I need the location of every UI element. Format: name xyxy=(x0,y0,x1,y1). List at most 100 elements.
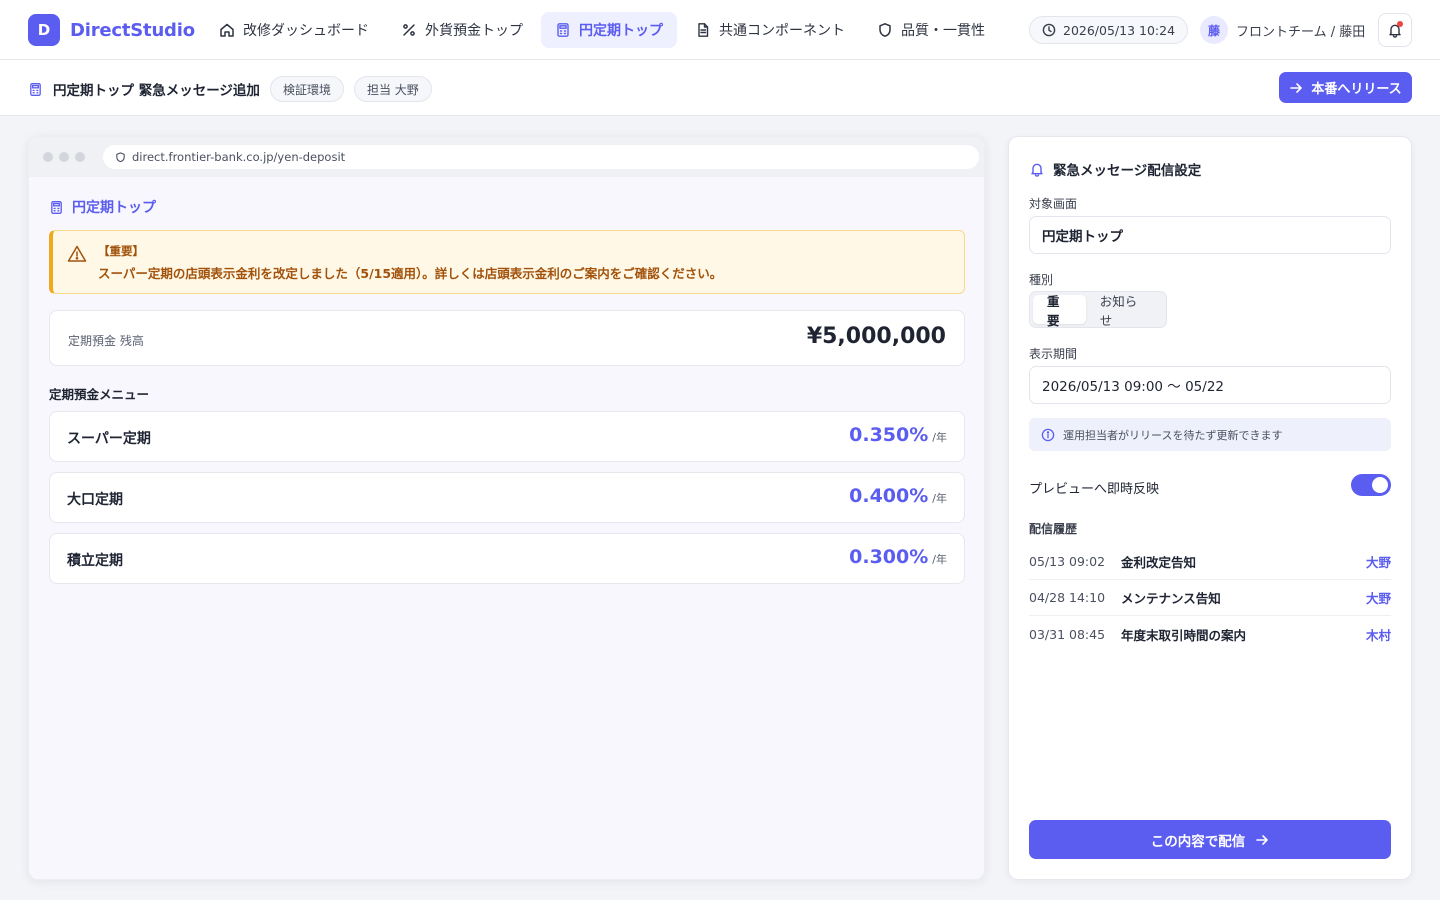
history-title: メンテナンス告知 xyxy=(1121,591,1221,606)
urgent-message-settings-panel: 緊急メッセージ配信設定 対象画面 円定期トップ 種別 重要 お知らせ 表示期間 … xyxy=(1008,136,1412,880)
instant-preview-toggle[interactable] xyxy=(1351,474,1391,496)
menu-item-tsumitate-teiki[interactable]: 積立定期 0.300% /年 xyxy=(49,533,965,584)
history-author[interactable]: 大野 xyxy=(1366,552,1391,571)
datetime-badge: 2026/05/13 10:24 xyxy=(1029,16,1189,44)
nav-tabs: 改修ダッシュボード 外貨預金トップ 円定期トップ 共通コンポーネント 品質・一貫… xyxy=(205,12,999,48)
menu-item-name: 大口定期 xyxy=(67,492,123,508)
arrow-right-icon xyxy=(1256,834,1269,845)
user-name: フロントチーム / 藤田 xyxy=(1236,24,1366,40)
browser-preview: direct.frontier-bank.co.jp/yen-deposit 円… xyxy=(28,136,985,880)
release-label: 本番へリリース xyxy=(1311,81,1402,96)
page-title-text: 円定期トップ xyxy=(72,200,156,216)
calculator-icon xyxy=(30,82,41,96)
target-screen-field[interactable]: 円定期トップ xyxy=(1029,216,1391,254)
type-option-notice[interactable]: お知らせ xyxy=(1086,294,1163,328)
avatar: 藤 xyxy=(1200,16,1228,44)
brand-logo: D xyxy=(28,14,60,46)
rate-unit: /年 xyxy=(932,431,947,444)
period-field[interactable]: 2026/05/13 09:00 〜 05/22 xyxy=(1029,366,1391,404)
balance-value: ¥5,000,000 xyxy=(806,324,946,349)
menu-item-name: スーパー定期 xyxy=(67,431,151,447)
percent-icon xyxy=(403,24,415,36)
tab-label: 外貨預金トップ xyxy=(425,23,523,39)
period-label: 表示期間 xyxy=(1029,347,1078,361)
history-title: 金利改定告知 xyxy=(1121,555,1197,570)
history-time: 05/13 09:02 xyxy=(1029,554,1106,569)
menu-item-ooguchi-teiki[interactable]: 大口定期 0.400% /年 xyxy=(49,472,965,523)
top-navigation: D DirectStudio 改修ダッシュボード 外貨預金トップ 円定期トップ … xyxy=(0,0,1440,60)
menu-item-name: 積立定期 xyxy=(67,553,123,569)
tab-fx-deposit[interactable]: 外貨預金トップ xyxy=(387,12,537,48)
history-time: 03/31 08:45 xyxy=(1029,626,1106,642)
sub-header: 円定期トップ 緊急メッセージ追加 検証環境 担当 大野 本番へリリース xyxy=(0,60,1440,116)
window-dots xyxy=(43,152,85,162)
history-author[interactable]: 大野 xyxy=(1366,588,1391,607)
browser-chrome: direct.frontier-bank.co.jp/yen-deposit xyxy=(29,137,984,177)
rate-value: 0.300% xyxy=(849,546,929,568)
rate-unit: /年 xyxy=(932,553,947,566)
history-row[interactable]: 04/28 14:10 メンテナンス告知 大野 xyxy=(1029,580,1391,616)
history-time: 04/28 14:10 xyxy=(1029,590,1106,605)
bell-icon xyxy=(1031,163,1043,177)
home-icon xyxy=(220,23,234,37)
history-row[interactable]: 03/31 08:45 年度末取引時間の案内 木村 xyxy=(1029,616,1391,652)
history-title: 年度末取引時間の案内 xyxy=(1121,627,1247,643)
balance-label: 定期預金 残高 xyxy=(68,334,144,348)
info-note: 運用担当者がリリースを待たず更新できます xyxy=(1029,418,1391,451)
instant-preview-label: プレビューへ即時反映 xyxy=(1029,482,1160,497)
rate-value: 0.400% xyxy=(849,485,929,507)
menu-item-super-teiki[interactable]: スーパー定期 0.350% /年 xyxy=(49,411,965,462)
type-segmented-control: 重要 お知らせ xyxy=(1029,291,1167,328)
send-label: この内容で配信 xyxy=(1150,833,1246,849)
notification-dot xyxy=(1397,21,1403,27)
type-option-important[interactable]: 重要 xyxy=(1033,294,1086,328)
panel-title: 緊急メッセージ配信設定 xyxy=(1029,159,1201,179)
release-button[interactable]: 本番へリリース xyxy=(1279,72,1412,103)
assignee-chip: 担当 大野 xyxy=(353,76,432,102)
history-heading: 配信履歴 xyxy=(1029,522,1078,536)
url-text: direct.frontier-bank.co.jp/yen-deposit xyxy=(132,150,346,164)
type-label: 種別 xyxy=(1029,273,1054,287)
brand[interactable]: D DirectStudio xyxy=(28,14,195,46)
brand-name: DirectStudio xyxy=(70,19,195,41)
tab-dashboard[interactable]: 改修ダッシュボード xyxy=(205,12,383,48)
balance-card: 定期預金 残高 ¥5,000,000 xyxy=(49,310,965,366)
tab-quality[interactable]: 品質・一貫性 xyxy=(863,12,999,48)
task-info: 円定期トップ 緊急メッセージ追加 検証環境 担当 大野 xyxy=(28,76,432,102)
panel-title-text: 緊急メッセージ配信設定 xyxy=(1053,163,1202,179)
page-title: 円定期トップ xyxy=(49,197,156,217)
task-title: 円定期トップ 緊急メッセージ追加 xyxy=(53,83,260,99)
target-screen-label: 対象画面 xyxy=(1029,197,1078,211)
calculator-icon xyxy=(51,200,62,214)
warning-icon xyxy=(67,245,87,262)
tab-label: 品質・一貫性 xyxy=(901,23,985,39)
history-author[interactable]: 木村 xyxy=(1366,625,1391,644)
url-bar[interactable]: direct.frontier-bank.co.jp/yen-deposit xyxy=(103,145,979,169)
rate-unit: /年 xyxy=(932,492,947,505)
tab-label: 円定期トップ xyxy=(579,23,663,39)
user-menu[interactable]: 藤 フロントチーム / 藤田 xyxy=(1200,16,1365,44)
datetime-text: 2026/05/13 10:24 xyxy=(1063,22,1176,38)
notifications-button[interactable] xyxy=(1378,13,1412,47)
clock-icon xyxy=(1042,23,1056,37)
info-icon xyxy=(1041,428,1055,441)
menu-heading: 定期預金メニュー xyxy=(49,387,150,402)
arrow-right-icon xyxy=(1290,82,1303,93)
menu-item-rate: 0.400% /年 xyxy=(849,485,947,507)
alert-text: スーパー定期の店頭表示金利を改定しました（5/15適用）。詳しくは店頭表示金利の… xyxy=(98,266,723,281)
shield-icon xyxy=(116,151,125,162)
shield-icon xyxy=(879,23,891,37)
tab-label: 共通コンポーネント xyxy=(719,23,845,39)
environment-chip: 検証環境 xyxy=(269,76,344,102)
alert-tag: 【重要】 xyxy=(98,244,144,258)
tab-yen-deposit[interactable]: 円定期トップ xyxy=(541,12,677,48)
tab-label: 改修ダッシュボード xyxy=(243,23,369,39)
info-note-text: 運用担当者がリリースを待たず更新できます xyxy=(1063,428,1283,442)
tab-common-components[interactable]: 共通コンポーネント xyxy=(681,12,859,48)
send-button[interactable]: この内容で配信 xyxy=(1029,820,1391,859)
menu-item-rate: 0.350% /年 xyxy=(849,424,947,446)
document-icon xyxy=(698,23,709,37)
calculator-icon xyxy=(557,23,569,37)
history-row[interactable]: 05/13 09:02 金利改定告知 大野 xyxy=(1029,544,1391,580)
menu-item-rate: 0.300% /年 xyxy=(849,546,947,568)
